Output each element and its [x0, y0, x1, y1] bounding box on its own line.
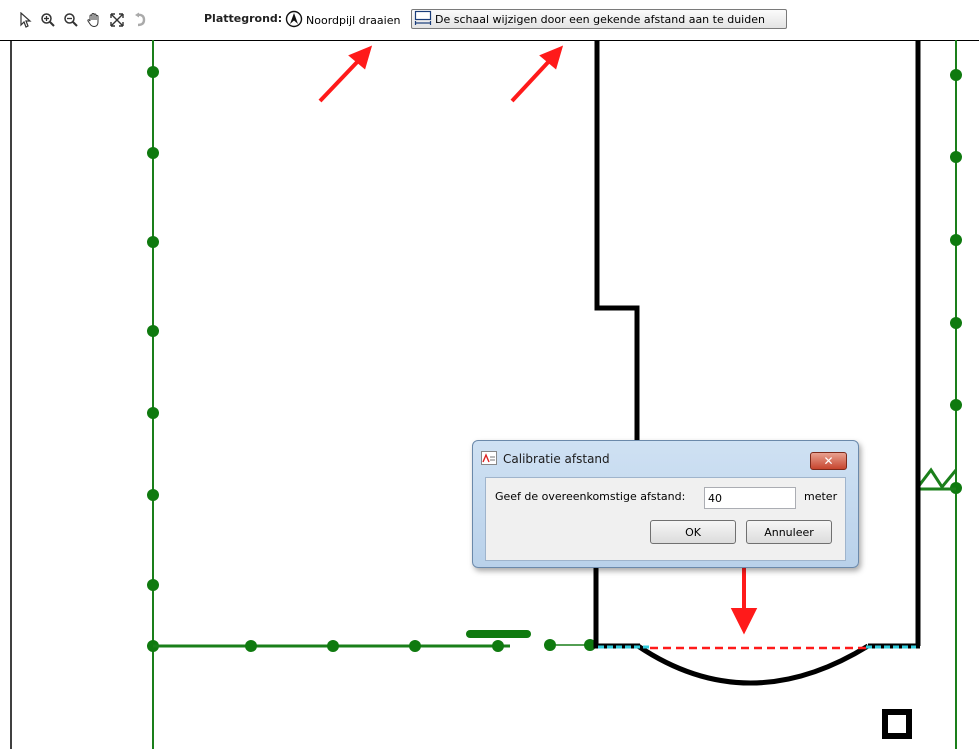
undo-icon[interactable] — [131, 11, 149, 29]
floor-plan-canvas[interactable] — [0, 40, 979, 749]
dialog-body: Geef de overeenkomstige afstand: meter O… — [485, 477, 846, 561]
annotation-arrow-scale — [510, 45, 564, 103]
dialog-title: Calibratie afstand — [503, 452, 610, 466]
annotation-arrow-rotate — [318, 45, 373, 103]
ok-button[interactable]: OK — [650, 520, 736, 544]
close-button[interactable]: ✕ — [810, 452, 847, 470]
rotate-north-label: Noordpijl draaien — [306, 13, 401, 27]
toolbar: Plattegrond: Noordpijl draaien De schaal… — [0, 0, 979, 40]
scale-measure-icon — [414, 10, 432, 29]
plattegrond-label: Plattegrond: — [204, 12, 283, 25]
boundary-marker — [916, 467, 958, 490]
change-scale-label: De schaal wijzigen door een gekende afst… — [435, 12, 765, 26]
calibration-dialog: Calibratie afstand ✕ Geef de overeenkoms… — [472, 440, 859, 568]
building-wall-left — [594, 40, 640, 440]
zoom-in-icon[interactable] — [39, 11, 57, 29]
cancel-button[interactable]: Annuleer — [746, 520, 832, 544]
distance-unit: meter — [804, 490, 838, 503]
app-logo-icon — [481, 450, 497, 468]
rotate-north-button[interactable]: Noordpijl draaien — [285, 9, 400, 31]
select-arrow-icon[interactable] — [16, 11, 34, 29]
annotation-arrow-calibration — [730, 561, 758, 635]
property-line-left — [147, 40, 159, 749]
property-line-bottom — [153, 630, 596, 652]
fit-extent-icon[interactable] — [108, 11, 126, 29]
distance-prompt: Geef de overeenkomstige afstand: — [495, 490, 686, 503]
zoom-out-icon[interactable] — [62, 11, 80, 29]
change-scale-button[interactable]: De schaal wijzigen door een gekende afst… — [411, 9, 787, 29]
dialog-titlebar[interactable]: Calibratie afstand — [481, 449, 610, 469]
close-icon: ✕ — [823, 454, 834, 468]
pan-hand-icon[interactable] — [85, 11, 103, 29]
building-curved-wall — [636, 643, 870, 686]
black-square-marker — [882, 709, 912, 739]
distance-input[interactable] — [704, 487, 796, 509]
north-arrow-icon — [285, 10, 303, 31]
building-wall-lower-left — [593, 568, 640, 649]
property-line-right — [916, 40, 962, 749]
